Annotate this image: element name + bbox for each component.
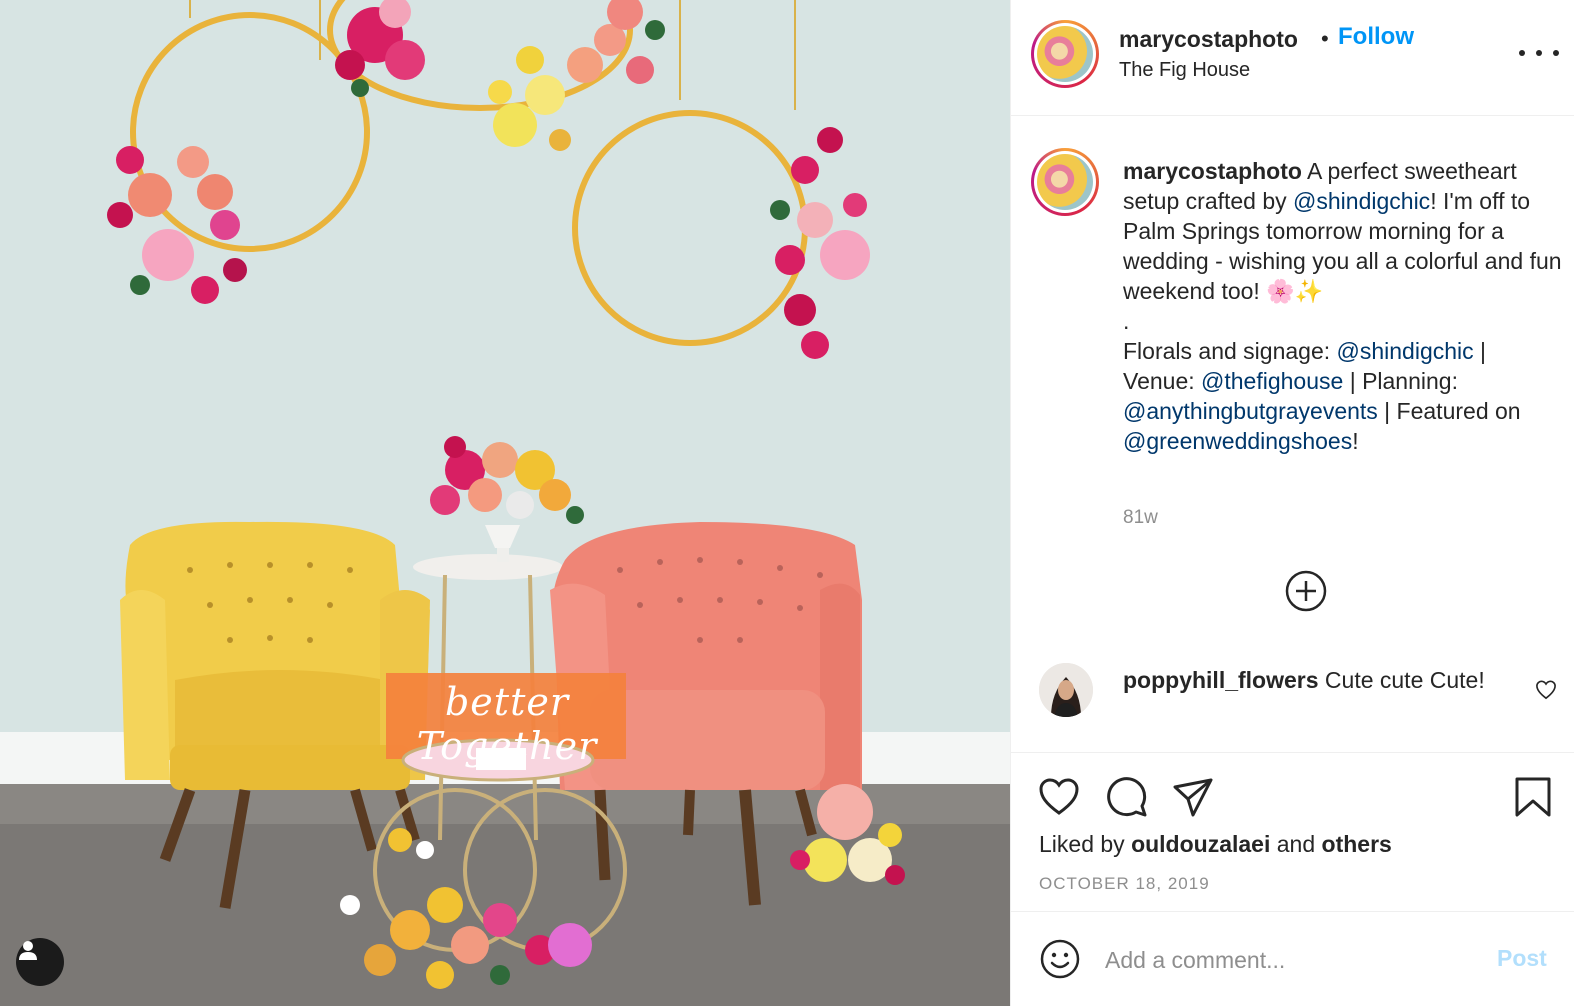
location-link[interactable]: The Fig House bbox=[1119, 59, 1250, 82]
post-caption: marycostaphoto A perfect sweetheart setu… bbox=[1123, 156, 1563, 456]
post-header: marycostaphoto • Follow The Fig House bbox=[1011, 0, 1574, 116]
commenter-avatar[interactable] bbox=[1039, 663, 1093, 717]
likes-middle: and bbox=[1270, 831, 1322, 857]
separator-dot: • bbox=[1321, 26, 1329, 51]
sign-text: better Together bbox=[416, 680, 598, 768]
comment-heart-icon[interactable] bbox=[1535, 680, 1557, 700]
caption-text: Florals and signage: bbox=[1123, 338, 1337, 364]
mention-link[interactable]: @shindigchic bbox=[1337, 338, 1474, 364]
follow-button[interactable]: Follow bbox=[1338, 23, 1414, 51]
author-username[interactable]: marycostaphoto bbox=[1119, 26, 1298, 53]
caption-text: ! bbox=[1352, 428, 1359, 454]
comment-item: poppyhill_flowers Cute cute Cute! bbox=[1123, 665, 1523, 695]
caption-text: | Planning: bbox=[1343, 368, 1458, 394]
more-options-icon[interactable] bbox=[1519, 38, 1559, 68]
caption-time[interactable]: 81w bbox=[1123, 507, 1158, 529]
author-avatar[interactable] bbox=[1031, 20, 1099, 88]
likes-others-link[interactable]: others bbox=[1322, 831, 1392, 857]
caption-avatar[interactable] bbox=[1031, 148, 1099, 216]
liker-username[interactable]: ouldouzalaei bbox=[1131, 831, 1270, 857]
paper-plane-icon[interactable] bbox=[1171, 775, 1215, 819]
post-comment-button[interactable]: Post bbox=[1497, 945, 1547, 972]
likes-prefix: Liked by bbox=[1039, 831, 1132, 857]
comment-username[interactable]: poppyhill_flowers bbox=[1123, 667, 1319, 693]
comment-bubble-icon[interactable] bbox=[1105, 775, 1149, 819]
likes-summary: Liked by ouldouzalaei and others bbox=[1039, 831, 1392, 858]
caption-username[interactable]: marycostaphoto bbox=[1123, 158, 1302, 184]
comment-text: Cute cute Cute! bbox=[1318, 667, 1485, 693]
post-actions: Liked by ouldouzalaei and others OCTOBER… bbox=[1011, 752, 1574, 912]
post-panel: marycostaphoto • Follow The Fig House ma… bbox=[1010, 0, 1574, 1006]
mention-link[interactable]: @thefighouse bbox=[1201, 368, 1343, 394]
post-date[interactable]: OCTOBER 18, 2019 bbox=[1039, 874, 1210, 894]
caption-dot: . bbox=[1123, 308, 1130, 334]
add-comment-bar: Post bbox=[1011, 912, 1574, 1006]
mention-link[interactable]: @anythingbutgrayevents bbox=[1123, 398, 1378, 424]
user-tag-icon[interactable] bbox=[16, 938, 64, 986]
photo-illustration bbox=[0, 0, 1010, 1006]
mention-link[interactable]: @shindigchic bbox=[1293, 188, 1430, 214]
caption-text: | Featured on bbox=[1377, 398, 1521, 424]
plus-circle-icon[interactable] bbox=[1285, 570, 1327, 612]
post-photo[interactable]: better Together bbox=[0, 0, 1010, 1006]
smiley-icon[interactable] bbox=[1039, 938, 1081, 980]
mention-link[interactable]: @greenweddingshoes bbox=[1123, 428, 1352, 454]
comment-input[interactable] bbox=[1105, 940, 1475, 980]
heart-icon[interactable] bbox=[1037, 775, 1081, 819]
bookmark-icon[interactable] bbox=[1511, 775, 1555, 819]
